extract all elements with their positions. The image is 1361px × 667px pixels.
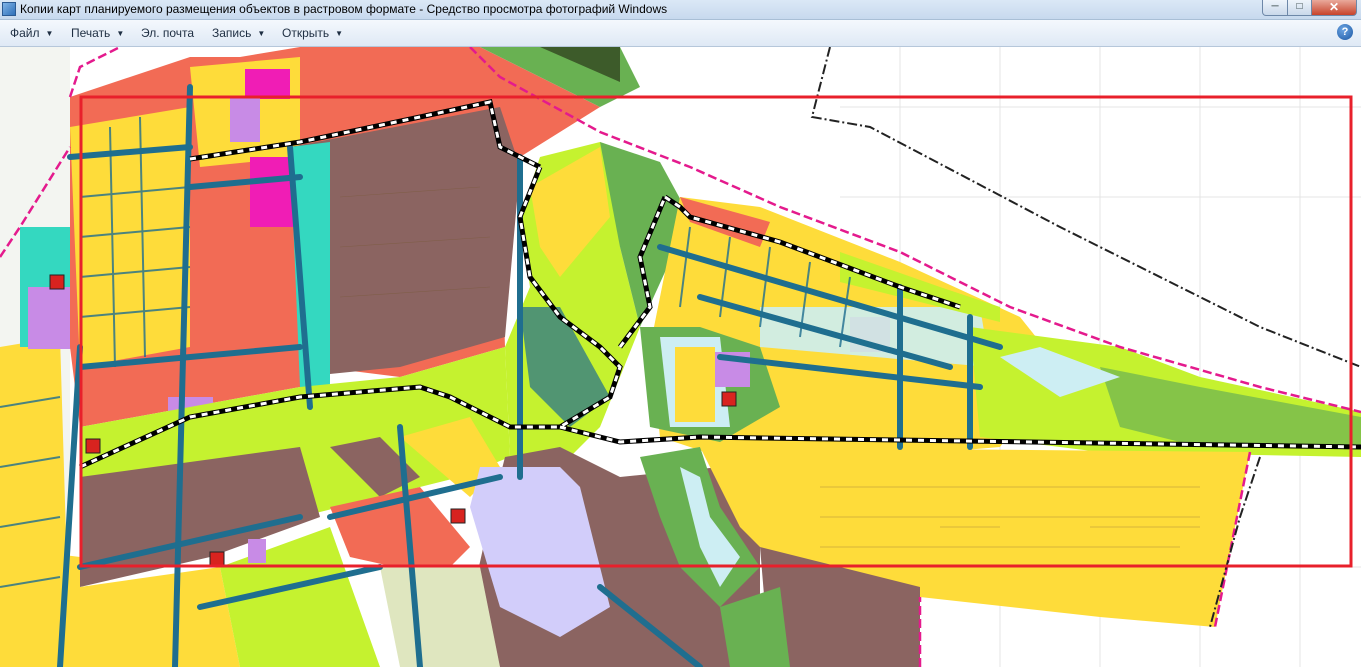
help-icon[interactable]: ? [1337,24,1353,40]
caret-down-icon: ▼ [257,29,266,38]
menu-print[interactable]: Печать ▼ [71,26,124,40]
menu-open[interactable]: Открыть ▼ [282,26,343,40]
menu-open-label: Открыть [282,26,330,40]
window-title: Копии карт планируемого размещения объек… [20,2,668,16]
menu-file-label: Файл [10,26,40,40]
maximize-button[interactable]: □ [1287,0,1312,16]
close-button[interactable]: ✕ [1311,0,1357,16]
menu-file[interactable]: Файл ▼ [10,26,53,40]
photo-viewer-app-icon [2,2,16,16]
menu-bar: Файл ▼ Печать ▼ Эл. почта Запись ▼ Открыть ▼… [0,20,1361,47]
menu-burn-label: Запись [212,26,252,40]
planning-map-image [0,47,1361,667]
agricultural-zone [380,567,500,667]
social-object-n [230,97,260,142]
caret-down-icon: ▼ [116,29,125,38]
menu-email[interactable]: Эл. почта [141,26,194,40]
image-viewport[interactable] [0,47,1361,667]
minimize-button[interactable]: ─ [1262,0,1288,16]
social-object-west [28,287,76,349]
menu-email-label: Эл. почта [141,26,195,40]
caret-down-icon: ▼ [45,29,54,38]
title-bar: Копии карт планируемого размещения объек… [0,0,1361,20]
menu-print-label: Печать [71,26,111,40]
commercial-object-n [245,69,290,99]
menu-burn[interactable]: Запись ▼ [212,26,265,40]
caret-down-icon: ▼ [335,29,344,38]
